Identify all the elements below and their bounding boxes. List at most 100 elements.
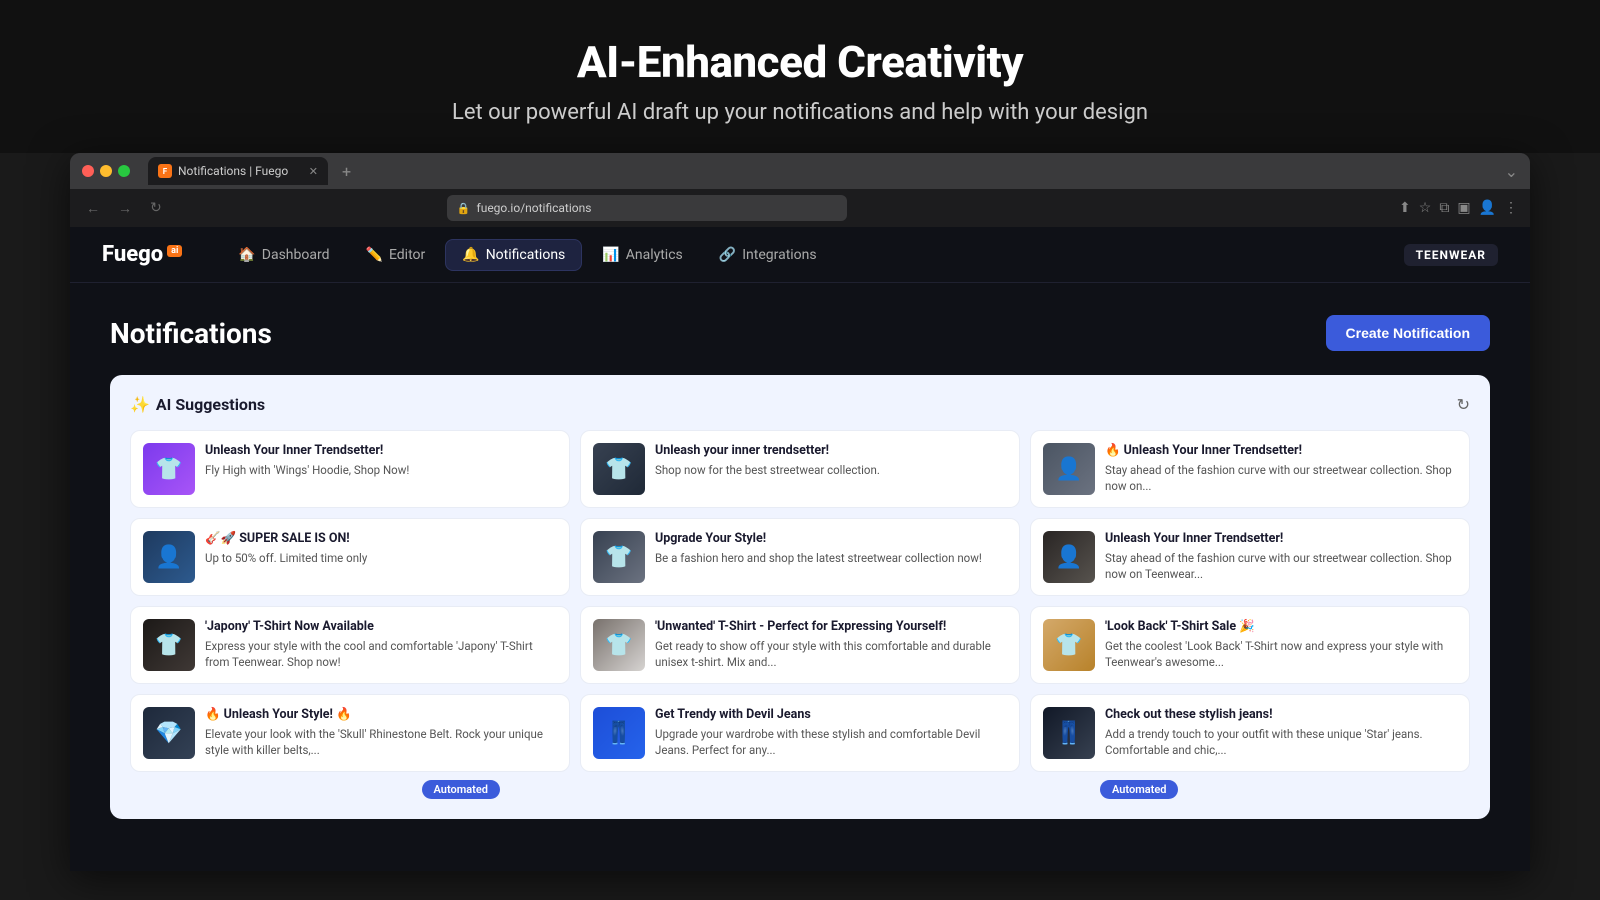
notification-body-1: Shop now for the best streetwear collect… bbox=[655, 462, 880, 478]
dashboard-icon: 🏠 bbox=[238, 247, 255, 263]
notification-body-6: Express your style with the cool and com… bbox=[205, 638, 557, 670]
lock-icon: 🔒 bbox=[457, 202, 471, 215]
notification-heading-6: 'Japony' T-Shirt Now Available bbox=[205, 619, 557, 635]
app-nav: Fuegoai 🏠 Dashboard ✏️ Editor 🔔 Notifica… bbox=[70, 227, 1530, 283]
notification-card-4[interactable]: 👕 Upgrade Your Style! Be a fashion hero an… bbox=[580, 518, 1020, 596]
notification-image-5: 👤 bbox=[1043, 531, 1095, 583]
minimize-button[interactable] bbox=[100, 165, 112, 177]
notification-image-1: 👕 bbox=[593, 443, 645, 495]
refresh-button[interactable]: ↻ bbox=[146, 198, 166, 218]
share-icon[interactable]: ⬆ bbox=[1399, 200, 1411, 216]
nav-integrations-label: Integrations bbox=[742, 247, 816, 263]
tab-title: Notifications | Fuego bbox=[178, 164, 288, 178]
notification-image-9: 💎 bbox=[143, 707, 195, 759]
page: Notifications Create Notification ✨ AI S… bbox=[70, 283, 1530, 851]
notification-image-10: 👖 bbox=[593, 707, 645, 759]
nav-item-analytics[interactable]: 📊 Analytics bbox=[586, 240, 698, 270]
notification-image-2: 👤 bbox=[1043, 443, 1095, 495]
notification-card-3[interactable]: 👤🎸🚀 SUPER SALE IS ON!Up to 50% off. Limi… bbox=[130, 518, 570, 596]
browser-tab-bar: F Notifications | Fuego ✕ + ⌄ bbox=[70, 153, 1530, 189]
url-bar[interactable]: 🔒 fuego.io/notifications bbox=[447, 195, 847, 221]
ai-panel-header: ✨ AI Suggestions ↻ bbox=[130, 395, 1470, 414]
notification-card-5[interactable]: 👤 Unleash Your Inner Trendsetter! Stay ahe… bbox=[1030, 518, 1470, 596]
notification-body-3: Up to 50% off. Limited time only bbox=[205, 550, 367, 566]
nav-items: 🏠 Dashboard ✏️ Editor 🔔 Notifications 📊 … bbox=[222, 239, 1403, 271]
app-content: Fuegoai 🏠 Dashboard ✏️ Editor 🔔 Notifica… bbox=[70, 227, 1530, 871]
notification-body-0: Fly High with 'Wings' Hoodie, Shop Now! bbox=[205, 462, 409, 478]
notification-heading-0: Unleash Your Inner Trendsetter! bbox=[205, 443, 409, 459]
browser-window: F Notifications | Fuego ✕ + ⌄ ← → ↻ 🔒 fu… bbox=[70, 153, 1530, 871]
url-text: fuego.io/notifications bbox=[477, 201, 592, 215]
notification-card-7[interactable]: 👕'Unwanted' T-Shirt - Perfect for Expres… bbox=[580, 606, 1020, 684]
nav-item-dashboard[interactable]: 🏠 Dashboard bbox=[222, 240, 345, 270]
app-logo: Fuegoai bbox=[102, 242, 182, 267]
notification-card-6[interactable]: 👕 'Japony' T-Shirt Now Available Express y… bbox=[130, 606, 570, 684]
nav-dashboard-label: Dashboard bbox=[262, 247, 330, 263]
notifications-grid: 👕 Unleash Your Inner Trendsetter! Fly High… bbox=[130, 430, 1470, 772]
automated-tag-1: Automated bbox=[422, 780, 500, 799]
brand-badge[interactable]: TEENWEAR bbox=[1404, 244, 1498, 266]
notification-image-11: 👖 bbox=[1043, 707, 1095, 759]
notification-heading-7: 'Unwanted' T-Shirt - Perfect for Express… bbox=[655, 619, 1007, 635]
back-button[interactable]: ← bbox=[82, 198, 104, 219]
integrations-icon: 🔗 bbox=[719, 247, 736, 263]
url-base: fuego.io bbox=[477, 201, 521, 215]
address-bar: ← → ↻ 🔒 fuego.io/notifications ⬆ ☆ ⧉ ▣ 👤… bbox=[70, 189, 1530, 227]
notification-heading-4: Upgrade Your Style! bbox=[655, 531, 982, 547]
notification-heading-5: Unleash Your Inner Trendsetter! bbox=[1105, 531, 1457, 547]
logo-badge: ai bbox=[167, 245, 182, 257]
nav-right: TEENWEAR bbox=[1404, 244, 1498, 266]
notification-image-8: 👕 bbox=[1043, 619, 1095, 671]
create-notification-button[interactable]: Create Notification bbox=[1326, 315, 1490, 351]
menu-icon[interactable]: ⋮ bbox=[1504, 200, 1518, 216]
notification-image-0: 👕 bbox=[143, 443, 195, 495]
notifications-icon: 🔔 bbox=[462, 247, 479, 263]
notification-card-1[interactable]: 👕 Unleash your inner trendsetter! Shop now… bbox=[580, 430, 1020, 508]
ai-panel-title: ✨ AI Suggestions bbox=[130, 395, 265, 414]
notification-card-9[interactable]: 💎 🔥 Unleash Your Style! 🔥 Elevate your loo… bbox=[130, 694, 570, 772]
nav-item-editor[interactable]: ✏️ Editor bbox=[350, 240, 442, 270]
sparkles-icon: ✨ bbox=[130, 395, 150, 414]
ai-suggestions-panel: ✨ AI Suggestions ↻ 👕 Unleash Your Inner T… bbox=[110, 375, 1490, 819]
notification-image-3: 👤 bbox=[143, 531, 195, 583]
notification-heading-8: 'Look Back' T-Shirt Sale 🎉 bbox=[1105, 619, 1457, 635]
new-tab-button[interactable]: + bbox=[336, 162, 357, 181]
tab-more-icon[interactable]: ⌄ bbox=[1505, 162, 1518, 181]
notification-card-10[interactable]: 👖Get Trendy with Devil JeansUpgrade your… bbox=[580, 694, 1020, 772]
forward-button[interactable]: → bbox=[114, 198, 136, 219]
logo-text: Fuego bbox=[102, 242, 163, 267]
notification-card-11[interactable]: 👖Check out these stylish jeans!Add a tre… bbox=[1030, 694, 1470, 772]
tab-favicon: F bbox=[158, 164, 172, 178]
notification-card-2[interactable]: 👤🔥 Unleash Your Inner Trendsetter!Stay a… bbox=[1030, 430, 1470, 508]
close-button[interactable] bbox=[82, 165, 94, 177]
notification-body-9: Elevate your look with the 'Skull' Rhine… bbox=[205, 726, 557, 758]
notification-body-2: Stay ahead of the fashion curve with our… bbox=[1105, 462, 1457, 494]
notification-body-7: Get ready to show off your style with th… bbox=[655, 638, 1007, 670]
notification-body-5: Stay ahead of the fashion curve with our… bbox=[1105, 550, 1457, 582]
profile-icon[interactable]: 👤 bbox=[1479, 200, 1496, 216]
notification-body-4: Be a fashion hero and shop the latest st… bbox=[655, 550, 982, 566]
notification-body-8: Get the coolest 'Look Back' T-Shirt now … bbox=[1105, 638, 1457, 670]
notification-image-6: 👕 bbox=[143, 619, 195, 671]
nav-analytics-label: Analytics bbox=[626, 247, 683, 263]
hero-title: AI-Enhanced Creativity bbox=[20, 36, 1580, 88]
maximize-button[interactable] bbox=[118, 165, 130, 177]
nav-item-notifications[interactable]: 🔔 Notifications bbox=[445, 239, 582, 271]
sidebar-icon[interactable]: ▣ bbox=[1457, 200, 1470, 216]
url-path: /notifications bbox=[520, 201, 591, 215]
automated-tag-2: Automated bbox=[1100, 780, 1178, 799]
refresh-suggestions-icon[interactable]: ↻ bbox=[1457, 395, 1470, 414]
nav-notifications-label: Notifications bbox=[486, 247, 566, 263]
nav-item-integrations[interactable]: 🔗 Integrations bbox=[703, 240, 833, 270]
extensions-icon[interactable]: ⧉ bbox=[1439, 200, 1449, 216]
page-title: Notifications bbox=[110, 317, 272, 350]
notification-heading-1: Unleash your inner trendsetter! bbox=[655, 443, 880, 459]
notification-heading-9: 🔥 Unleash Your Style! 🔥 bbox=[205, 707, 557, 723]
notification-card-8[interactable]: 👕 'Look Back' T-Shirt Sale 🎉 Get the coole… bbox=[1030, 606, 1470, 684]
notification-body-10: Upgrade your wardrobe with these stylish… bbox=[655, 726, 1007, 758]
notification-image-4: 👕 bbox=[593, 531, 645, 583]
notification-card-0[interactable]: 👕 Unleash Your Inner Trendsetter! Fly High… bbox=[130, 430, 570, 508]
bookmark-icon[interactable]: ☆ bbox=[1419, 200, 1432, 216]
browser-tab[interactable]: F Notifications | Fuego ✕ bbox=[148, 157, 328, 185]
tab-close-icon[interactable]: ✕ bbox=[309, 165, 318, 178]
